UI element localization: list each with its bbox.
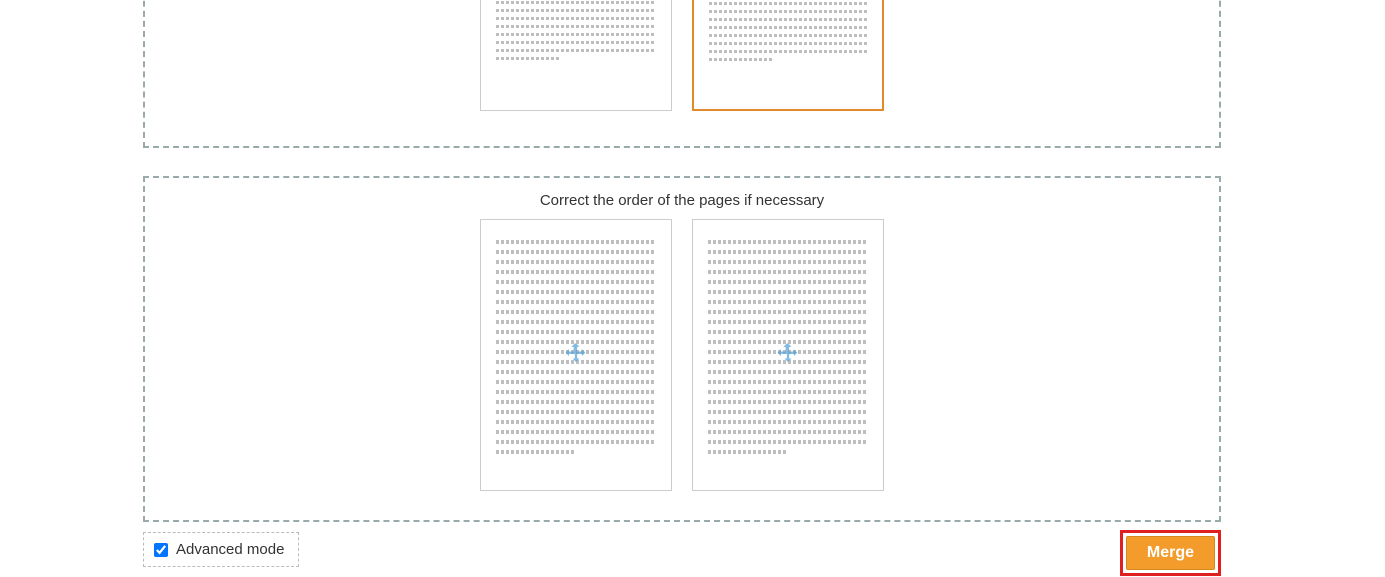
merge-button[interactable]: Merge (1126, 536, 1215, 570)
reorder-panel-title: Correct the order of the pages if necess… (145, 178, 1219, 219)
advanced-mode-checkbox[interactable] (154, 543, 168, 557)
upper-pages-panel (143, 0, 1221, 148)
move-icon (562, 341, 590, 369)
reorder-panel: Correct the order of the pages if necess… (143, 176, 1221, 522)
reorder-thumb-row (145, 219, 1219, 491)
page-thumb[interactable] (480, 0, 672, 111)
merge-highlight-box: Merge (1120, 530, 1221, 576)
advanced-mode-label: Advanced mode (176, 541, 284, 558)
bottom-controls: Advanced mode Merge (143, 532, 1221, 572)
page-thumb[interactable] (692, 0, 884, 111)
page-thumb[interactable] (692, 219, 884, 491)
move-icon (774, 341, 802, 369)
advanced-mode-toggle[interactable]: Advanced mode (143, 532, 299, 567)
page-thumb[interactable] (480, 219, 672, 491)
upper-thumb-row (145, 0, 1219, 111)
